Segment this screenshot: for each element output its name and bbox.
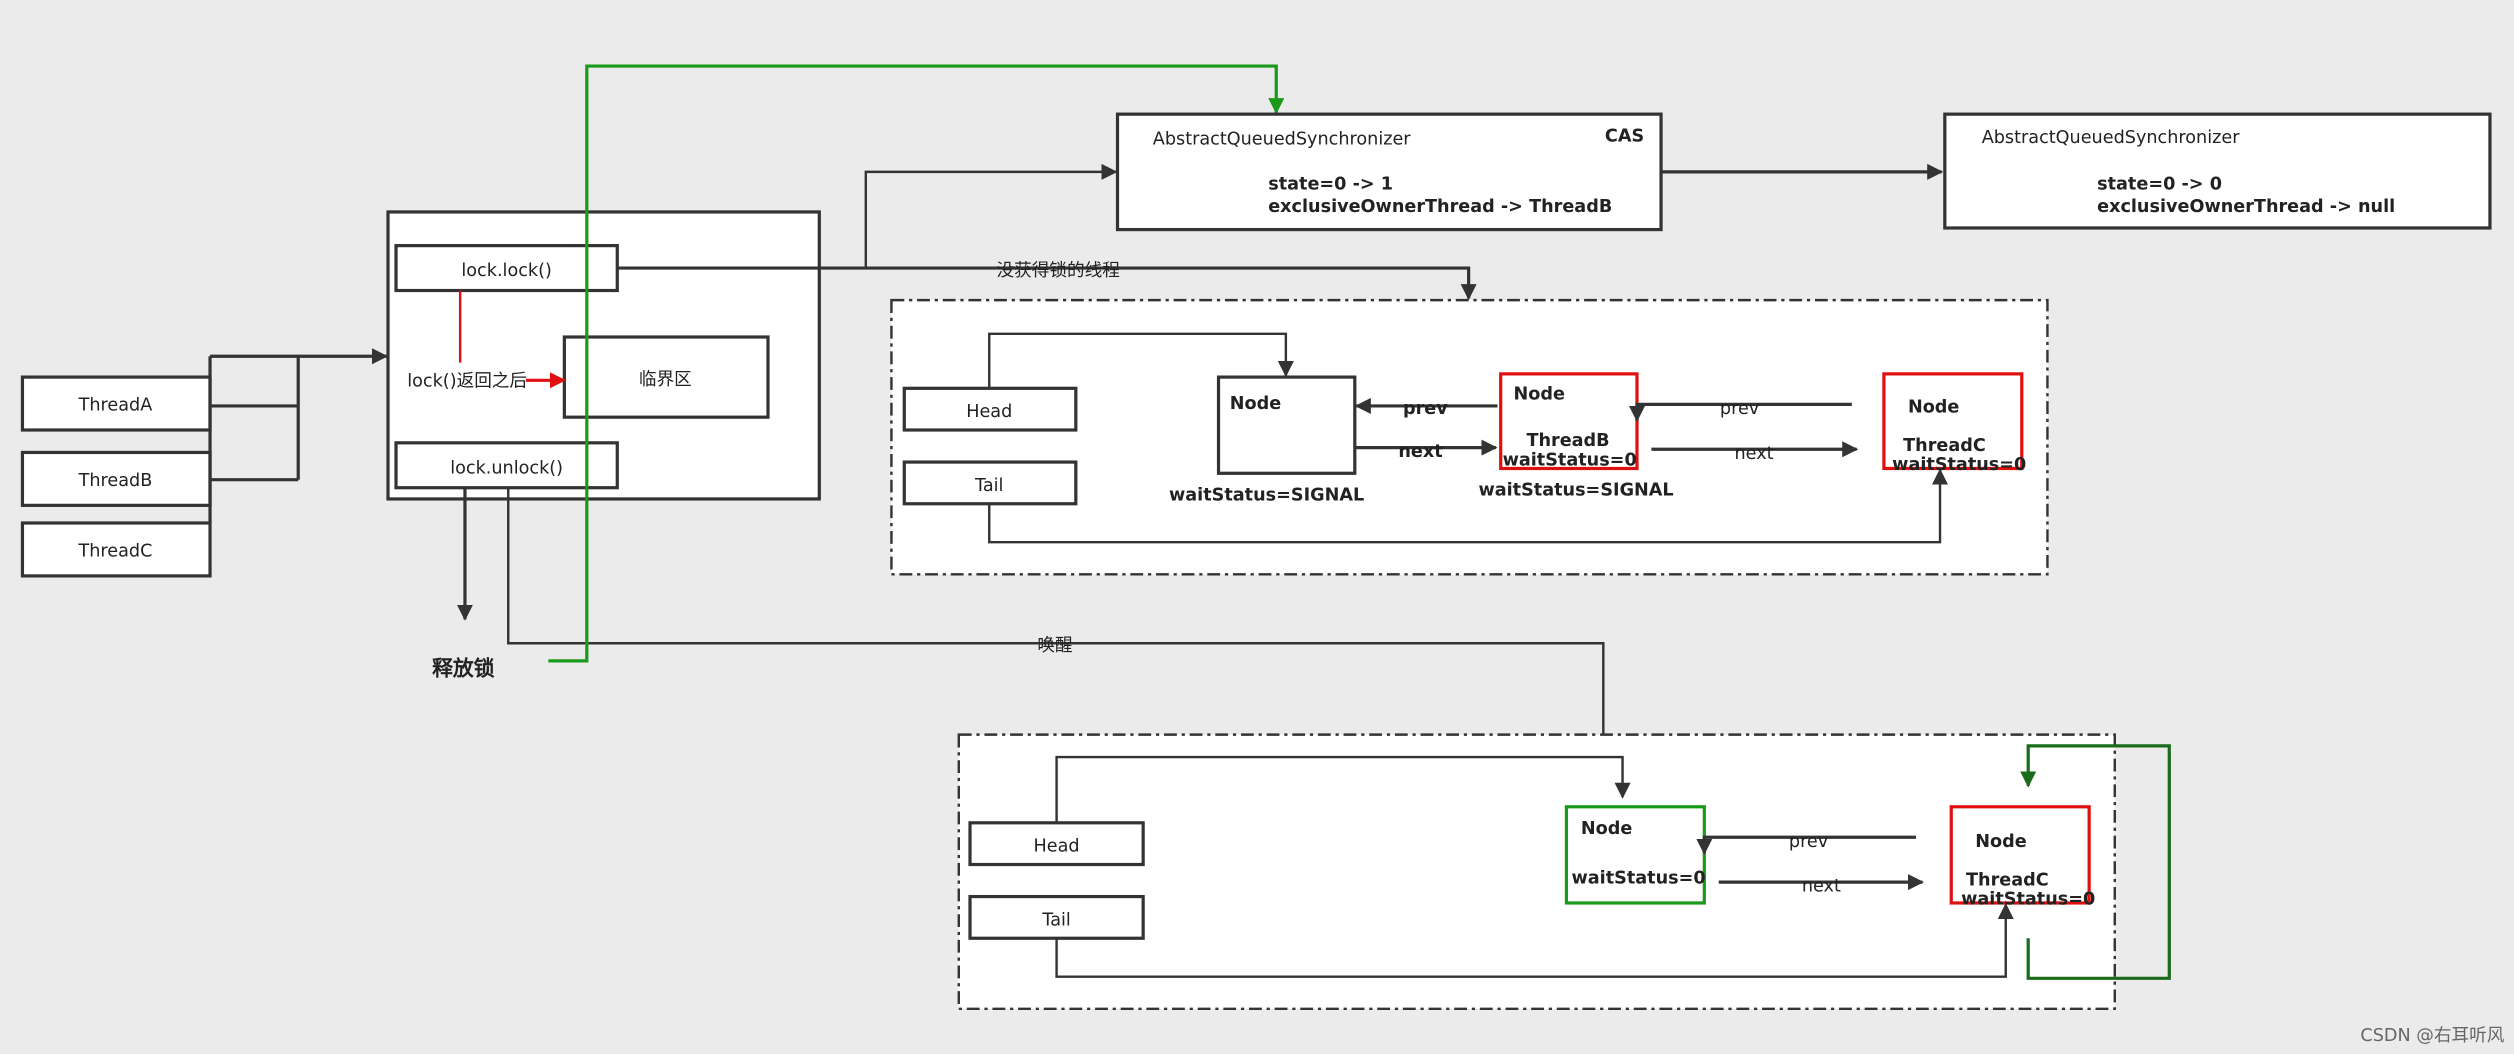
svg-text:waitStatus=0: waitStatus=0	[1892, 455, 2026, 475]
svg-text:exclusiveOwnerThread -> null: exclusiveOwnerThread -> null	[2097, 197, 2395, 217]
svg-text:Node: Node	[1975, 832, 2026, 852]
svg-text:Tail: Tail	[974, 476, 1003, 496]
queue1-head: Head	[902, 386, 1078, 432]
queue2-node-threadc: Node ThreadC waitStatus=0	[1949, 805, 2095, 910]
svg-text:ThreadB: ThreadB	[1526, 431, 1609, 451]
svg-text:waitStatus=0: waitStatus=0	[1961, 890, 2095, 910]
unlock-call-box: lock.unlock()	[394, 441, 619, 490]
aqs-box-1: AbstractQueuedSynchronizer CAS state=0 -…	[1115, 112, 1663, 232]
svg-text:waitStatus=SIGNAL: waitStatus=SIGNAL	[1478, 481, 1673, 501]
prev-label: prev	[1789, 832, 1828, 852]
queue2-node-1: Node waitStatus=0	[1564, 805, 1706, 905]
svg-text:Node: Node	[1581, 819, 1632, 839]
prev-label: prev	[1720, 399, 1759, 419]
queue1-tail: Tail	[902, 460, 1078, 506]
svg-text:lock.lock(): lock.lock()	[461, 261, 552, 281]
svg-text:ThreadC: ThreadC	[1966, 870, 2049, 890]
release-label: 释放锁	[432, 656, 495, 680]
svg-text:Tail: Tail	[1041, 910, 1070, 930]
wait-queue-2	[957, 733, 2116, 1010]
svg-text:lock.unlock(): lock.unlock()	[450, 458, 563, 478]
svg-text:Node: Node	[1514, 385, 1565, 405]
thread-a-box: ThreadA	[20, 375, 212, 432]
svg-text:Node: Node	[1908, 397, 1959, 417]
svg-text:CAS: CAS	[1605, 126, 1644, 146]
prev-label: prev	[1403, 399, 1448, 419]
wait-queue-1	[890, 298, 2049, 576]
svg-text:state=0 -> 1: state=0 -> 1	[1268, 175, 1393, 195]
queue2-head: Head	[968, 821, 1145, 867]
svg-text:AbstractQueuedSynchronizer: AbstractQueuedSynchronizer	[1982, 128, 2241, 148]
svg-text:ThreadB: ThreadB	[78, 471, 153, 491]
svg-text:Node: Node	[1230, 394, 1281, 414]
threads-connector	[208, 356, 386, 523]
thread-c-box: ThreadC	[20, 521, 212, 578]
svg-text:exclusiveOwnerThread -> Thread: exclusiveOwnerThread -> ThreadB	[1268, 197, 1612, 217]
next-label: next	[1398, 442, 1443, 462]
cas-path	[864, 163, 1118, 269]
aqs-lock-diagram: ThreadA ThreadB ThreadC lock.lock() 临界区 …	[20, 64, 2505, 1046]
next-label: next	[1735, 444, 1774, 464]
svg-text:临界区: 临界区	[639, 369, 692, 390]
svg-text:waitStatus=0: waitStatus=0	[1503, 450, 1637, 470]
next-label: next	[1802, 877, 1841, 897]
svg-text:AbstractQueuedSynchronizer: AbstractQueuedSynchronizer	[1153, 130, 1412, 150]
queue1-node-threadc: Node ThreadC waitStatus=0	[1882, 372, 2026, 475]
svg-text:waitStatus=SIGNAL: waitStatus=SIGNAL	[1169, 486, 1364, 506]
svg-text:ThreadC: ThreadC	[77, 542, 152, 562]
wakeup-label: 唤醒	[1037, 635, 1072, 656]
svg-text:ThreadC: ThreadC	[1903, 436, 1986, 456]
not-acquired-label: 没获得锁的线程	[996, 260, 1119, 281]
critical-section-box: 临界区	[562, 335, 770, 419]
watermark: CSDN @右耳听风	[2360, 1025, 2504, 1046]
svg-text:ThreadA: ThreadA	[78, 396, 153, 416]
svg-text:Head: Head	[1034, 837, 1080, 857]
svg-text:state=0 -> 0: state=0 -> 0	[2097, 175, 2222, 195]
aqs-box-2: AbstractQueuedSynchronizer state=0 -> 0 …	[1943, 112, 2492, 230]
lock-call-box: lock.lock()	[394, 244, 619, 293]
queue2-tail: Tail	[968, 894, 1145, 940]
after-lock-label: lock()返回之后	[407, 371, 527, 392]
svg-text:Head: Head	[966, 402, 1012, 422]
thread-b-box: ThreadB	[20, 450, 212, 507]
svg-text:waitStatus=0: waitStatus=0	[1572, 869, 1706, 889]
